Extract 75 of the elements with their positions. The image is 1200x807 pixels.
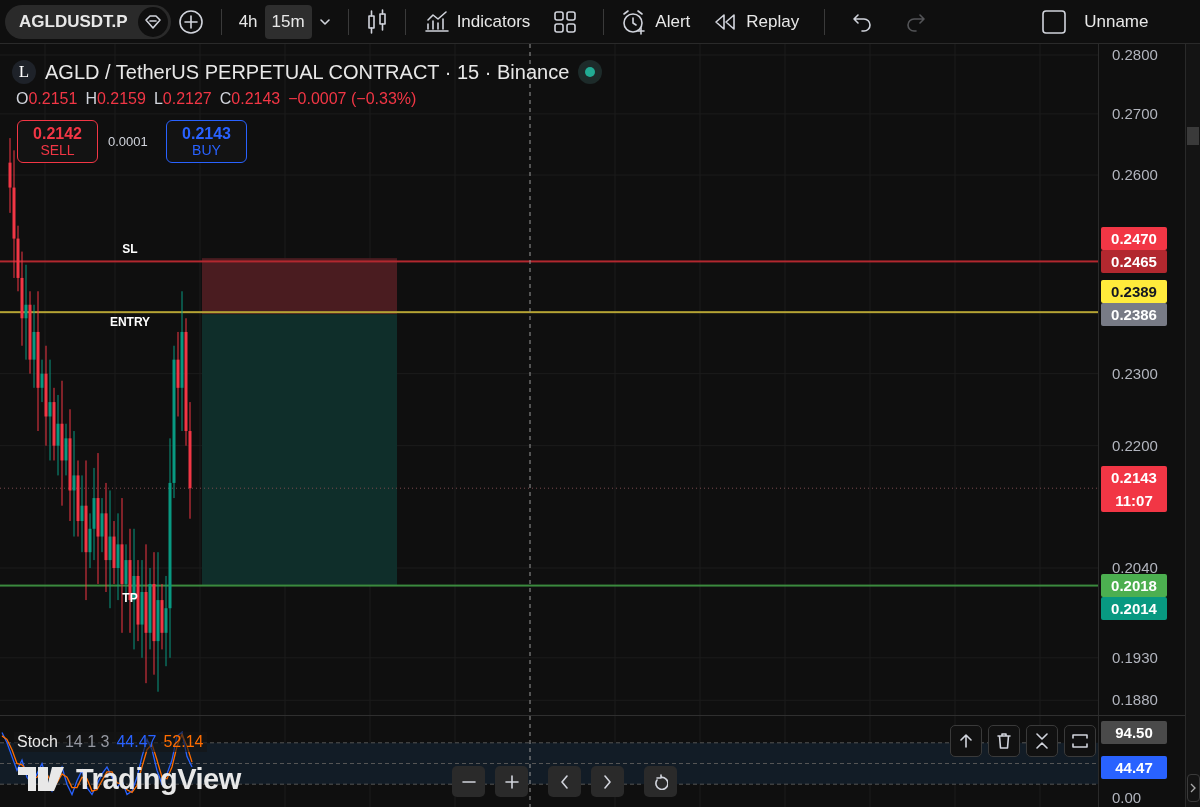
indicators-button[interactable]: Indicators [415, 4, 538, 39]
symbol-title: AGLD / TetherUS PERPETUAL CONTRACT · 15 · Binance [45, 60, 570, 84]
plus-circle-icon [177, 8, 204, 35]
ohlc-value: O0.2151 [16, 90, 78, 108]
price-tag: 0.2018 [1101, 574, 1167, 598]
timeframe-tab[interactable]: 15m [264, 4, 312, 39]
line-label: SL [122, 242, 138, 257]
axis-label: 0.2600 [1112, 166, 1158, 185]
price-tag: 0.2389 [1101, 279, 1167, 303]
minus-icon [461, 779, 476, 784]
symbol-search[interactable]: AGLDUSDT.P [5, 4, 171, 39]
indicator-value: 44.47 [116, 733, 157, 751]
symbol-name: AGLDUSDT.P [19, 11, 128, 32]
trash-icon [997, 733, 1011, 749]
collapse-button[interactable] [1026, 725, 1058, 757]
alarm-clock-icon [621, 8, 648, 35]
arrow-up-icon [960, 734, 972, 748]
symbol-logo: L [12, 60, 36, 84]
axis-label: 0.2040 [1112, 559, 1158, 577]
stop-zone[interactable] [202, 258, 397, 315]
sell-button[interactable]: 0.2142 SELL [17, 120, 98, 163]
expand-panel-button[interactable] [1186, 774, 1200, 802]
symbol-badge[interactable] [137, 6, 168, 37]
scroll-thumb[interactable] [1187, 127, 1199, 145]
zoom-out-button[interactable] [452, 766, 485, 797]
axis-label: 0.1880 [1112, 691, 1158, 710]
price-tag: 0.2470 [1101, 226, 1167, 250]
buy-button[interactable]: 0.2143 BUY [166, 120, 247, 163]
delete-button[interactable] [988, 725, 1020, 757]
chevron-right-icon [1190, 783, 1196, 793]
price-tag: 0.2143 11:07 [1101, 466, 1167, 513]
price-change: −0.0007 (−0.33%) [288, 90, 417, 108]
collapse-icon [1036, 733, 1048, 749]
axis-label: 0.1930 [1112, 648, 1158, 667]
price-tag: 94.50 [1101, 721, 1167, 745]
timeframe-tab[interactable]: 4h [231, 4, 265, 39]
axis-label: 0.00 [1112, 789, 1142, 807]
candlestick-icon [365, 8, 388, 35]
chart-bars-icon [422, 8, 449, 35]
take-profit-line[interactable] [0, 584, 1098, 587]
line-label: ENTRY [109, 315, 151, 330]
reset-icon [653, 773, 668, 790]
chevron-left-icon [561, 774, 568, 789]
price-tag: 0.2386 [1101, 302, 1167, 326]
reset-button[interactable] [644, 766, 677, 797]
axis-label: 0.2200 [1112, 436, 1158, 455]
chevron-right-icon [604, 774, 611, 789]
maximize-button[interactable] [1064, 725, 1096, 757]
grid-icon [552, 8, 579, 35]
move-up-button[interactable] [950, 725, 982, 757]
axis-label: 0.2800 [1112, 46, 1158, 64]
indicator-params: 14 1 3 [64, 733, 110, 751]
checkbox-icon [1042, 9, 1067, 34]
status-dot-icon [585, 67, 596, 77]
zoom-in-button[interactable] [495, 766, 528, 797]
indicator-value: 52.14 [163, 733, 204, 751]
indicator-name: Stoch [17, 733, 58, 751]
alert-button[interactable]: Alert [614, 4, 698, 39]
scroll-left-button[interactable] [548, 766, 581, 797]
price-tag: 0.2014 [1101, 597, 1167, 621]
ohlc-value: H0.2159 [85, 90, 146, 108]
ohlc-value: L0.2127 [153, 90, 212, 108]
entry-line[interactable] [0, 311, 1098, 314]
plus-icon [504, 774, 519, 789]
maximize-icon [1072, 734, 1088, 748]
price-tag: 0.2465 [1101, 249, 1167, 273]
spread-value: 0.0001 [108, 134, 149, 149]
price-tag: 44.47 [1101, 755, 1167, 779]
chevron-down-icon [318, 17, 331, 26]
ohlc-value: C0.2143 [219, 90, 281, 108]
replay-button[interactable]: Replay [705, 4, 807, 39]
axis-label: 0.2300 [1112, 364, 1158, 383]
axis-label: 0.2700 [1112, 104, 1158, 123]
layout-name-button[interactable]: Unname [1035, 4, 1156, 39]
scroll-right-button[interactable] [591, 766, 624, 797]
